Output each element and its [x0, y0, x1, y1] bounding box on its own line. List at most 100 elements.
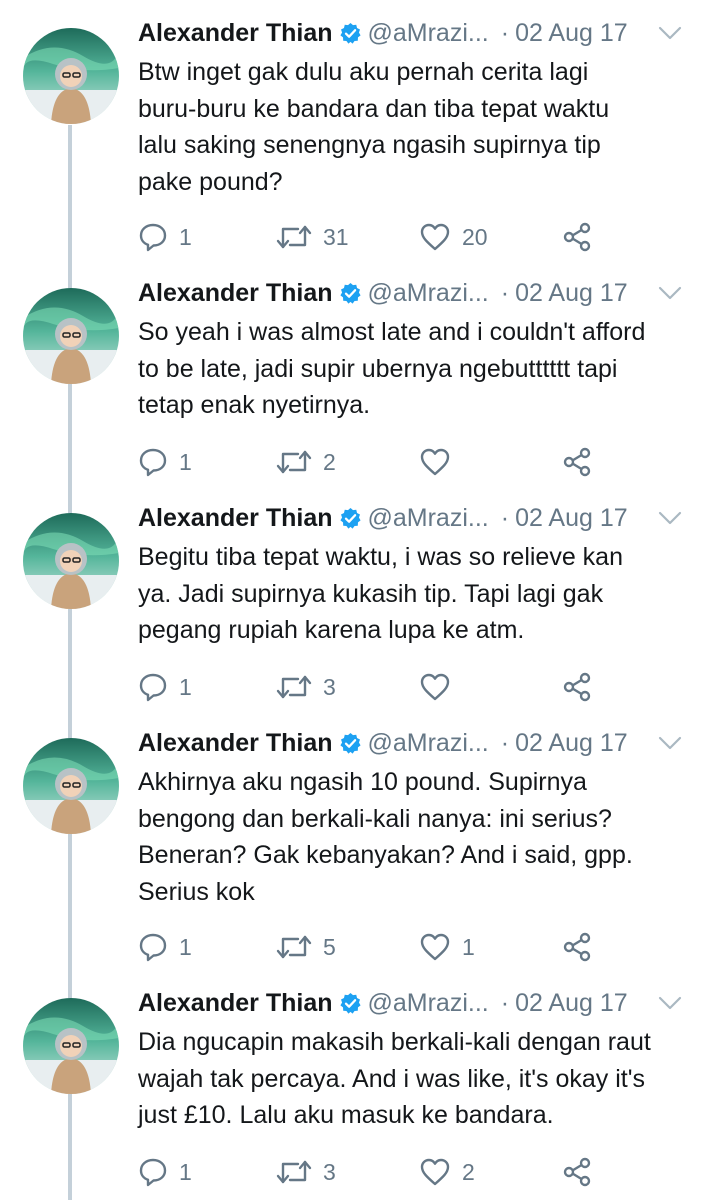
tweet-actions: 1 3 [138, 667, 658, 707]
tweet-header: Alexander Thian @aMrazi... · 02 Aug 17 [138, 982, 683, 1024]
retweet-icon [276, 935, 312, 959]
like-button[interactable]: 20 [419, 217, 488, 257]
reply-icon [139, 673, 167, 702]
chevron-down-icon[interactable] [657, 507, 683, 529]
like-button[interactable] [419, 442, 462, 482]
tweet-text: So yeah i was almost late and i couldn't… [138, 314, 688, 424]
retweet-count: 5 [323, 933, 336, 960]
avatar[interactable] [23, 513, 119, 609]
author-handle[interactable]: @aMrazi... [368, 19, 489, 48]
tweet-date[interactable]: 02 Aug 17 [515, 279, 628, 308]
tweet-text-line: just £10. Lalu aku masuk ke bandara. [138, 1101, 554, 1129]
like-count: 2 [462, 1158, 475, 1185]
tweet-date[interactable]: 02 Aug 17 [515, 504, 628, 533]
like-button[interactable]: 1 [419, 927, 475, 967]
avatar[interactable] [23, 738, 119, 834]
tweet-text-line: buru-buru ke bandara dan tiba tepat wakt… [138, 94, 610, 123]
share-button[interactable] [562, 442, 592, 482]
avatar[interactable] [23, 28, 119, 124]
like-count: 20 [462, 223, 488, 250]
tweet-date[interactable]: 02 Aug 17 [515, 989, 628, 1018]
tweet-text-line: So yeah i was almost late and i couldn't… [138, 318, 646, 346]
avatar[interactable] [23, 288, 119, 384]
reply-button[interactable]: 1 [138, 927, 192, 967]
tweet-actions: 1 5 1 [138, 927, 658, 967]
retweet-button[interactable]: 3 [276, 667, 336, 707]
retweet-button[interactable]: 31 [276, 217, 349, 257]
share-button[interactable] [562, 1152, 592, 1192]
tweet-text-line: bengong dan berkali-kali nanya: ini seri… [138, 804, 612, 833]
tweet-text-line: pegang rupiah karena lupa ke atm. [138, 616, 525, 644]
share-button[interactable] [562, 927, 592, 967]
author-handle[interactable]: @aMrazi... [368, 989, 489, 1018]
reply-count: 1 [179, 223, 192, 250]
author-handle[interactable]: @aMrazi... [368, 729, 489, 758]
tweet-text: Akhirnya aku ngasih 10 pound. Supirnya be… [138, 764, 688, 910]
retweet-count: 3 [323, 1158, 336, 1185]
like-button[interactable] [419, 667, 462, 707]
tweet-date[interactable]: 02 Aug 17 [515, 19, 628, 48]
share-icon [563, 222, 591, 252]
share-icon [563, 447, 591, 477]
reply-button[interactable]: 1 [138, 1152, 192, 1192]
tweet-header: Alexander Thian @aMrazi... · 02 Aug 17 [138, 497, 683, 539]
retweet-count: 2 [323, 448, 336, 475]
author-name[interactable]: Alexander Thian [138, 729, 333, 758]
reply-icon [139, 1158, 167, 1187]
chevron-down-icon[interactable] [657, 992, 683, 1014]
retweet-button[interactable]: 3 [276, 1152, 336, 1192]
chevron-down-icon[interactable] [657, 732, 683, 754]
retweet-icon [276, 225, 312, 249]
tweet-text-line: Serius kok [138, 877, 255, 906]
author-name[interactable]: Alexander Thian [138, 989, 333, 1018]
author-name[interactable]: Alexander Thian [138, 279, 333, 308]
author-name[interactable]: Alexander Thian [138, 504, 333, 533]
separator-dot: · [500, 278, 510, 307]
avatar[interactable] [23, 998, 119, 1094]
retweet-button[interactable]: 5 [276, 927, 336, 967]
share-button[interactable] [562, 667, 592, 707]
verified-badge-icon [339, 992, 362, 1015]
heart-icon [420, 448, 450, 476]
reply-button[interactable]: 1 [138, 217, 192, 257]
like-button[interactable]: 2 [419, 1152, 475, 1192]
tweet-text-line: Dia ngucapin makasih berkali-kali dengan… [138, 1028, 651, 1056]
tweet-header: Alexander Thian @aMrazi... · 02 Aug 17 [138, 272, 683, 314]
tweet-date[interactable]: 02 Aug 17 [515, 729, 628, 758]
reply-count: 1 [179, 448, 192, 475]
retweet-count: 3 [323, 673, 336, 700]
separator-dot: · [500, 988, 510, 1017]
share-button[interactable] [562, 217, 592, 257]
tweet-text-line: Btw inget gak dulu aku pernah cerita lag… [138, 58, 589, 86]
retweet-button[interactable]: 2 [276, 442, 336, 482]
separator-dot: · [500, 18, 510, 47]
heart-icon [420, 933, 450, 961]
heart-icon [420, 673, 450, 701]
reply-button[interactable]: 1 [138, 442, 192, 482]
reply-icon [139, 448, 167, 477]
tweet-text-line: wajah tak percaya. And i was like, it's … [138, 1064, 645, 1093]
reply-button[interactable]: 1 [138, 667, 192, 707]
verified-badge-icon [339, 732, 362, 755]
like-count: 1 [462, 933, 475, 960]
tweet-text: Dia ngucapin makasih berkali-kali dengan… [138, 1024, 688, 1134]
share-icon [563, 1157, 591, 1187]
author-handle[interactable]: @aMrazi... [368, 504, 489, 533]
author-handle[interactable]: @aMrazi... [368, 279, 489, 308]
tweet-header: Alexander Thian @aMrazi... · 02 Aug 17 [138, 12, 683, 54]
tweet-actions: 1 3 2 [138, 1152, 658, 1192]
reply-count: 1 [179, 933, 192, 960]
tweet-text-line: pake pound? [138, 167, 283, 196]
separator-dot: · [500, 728, 510, 757]
tweet-text: Btw inget gak dulu aku pernah cerita lag… [138, 54, 688, 200]
author-name[interactable]: Alexander Thian [138, 19, 333, 48]
tweet-text-line: Beneran? Gak kebanyakan? And i said, gpp… [138, 841, 633, 869]
retweet-icon [276, 1160, 312, 1184]
separator-dot: · [500, 503, 510, 532]
tweet-actions: 1 31 20 [138, 217, 658, 257]
tweet-text-line: Begitu tiba tepat waktu, i was so reliev… [138, 543, 623, 571]
chevron-down-icon[interactable] [657, 22, 683, 44]
tweet-thread: Alexander Thian @aMrazi... · 02 Aug 17 B… [0, 0, 703, 1200]
chevron-down-icon[interactable] [657, 282, 683, 304]
share-icon [563, 672, 591, 702]
